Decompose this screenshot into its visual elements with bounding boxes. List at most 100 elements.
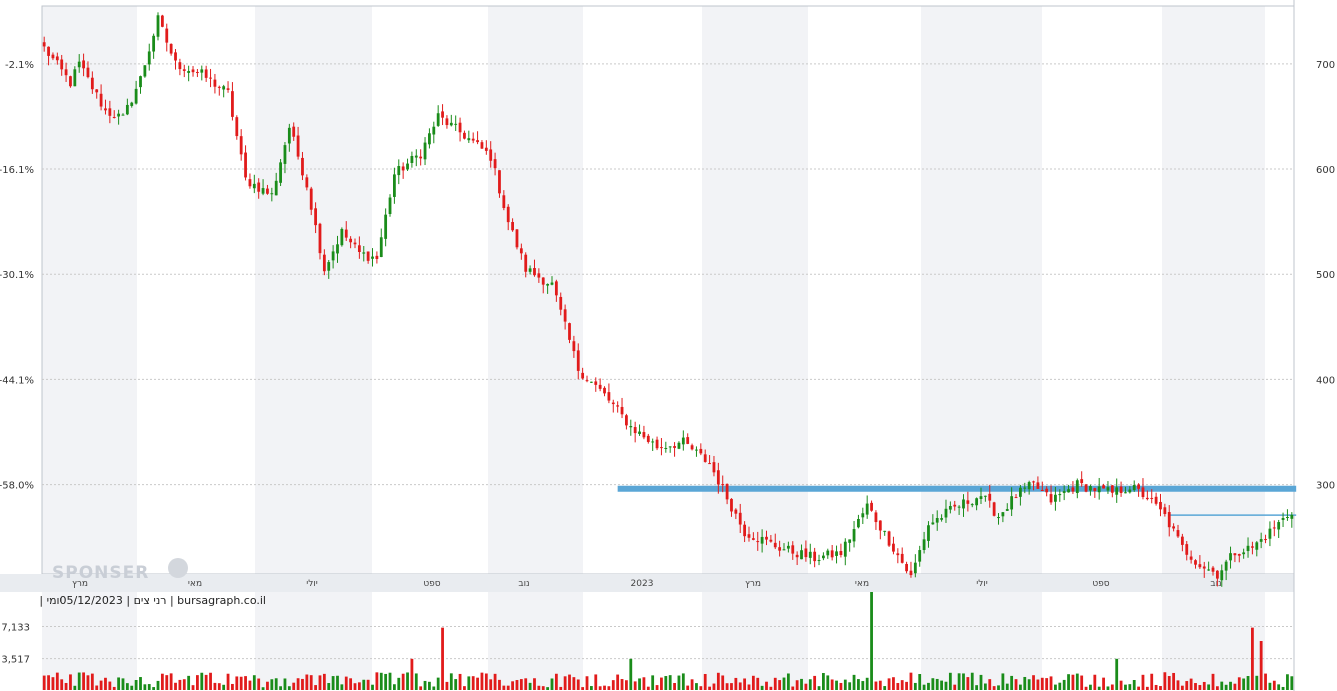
- volume-bar: [957, 673, 961, 690]
- candle-body: [747, 534, 751, 538]
- background-band: [42, 6, 137, 574]
- candle-body: [174, 52, 177, 61]
- candle-body: [673, 446, 676, 448]
- volume-bar: [445, 681, 449, 690]
- volume-bar: [463, 686, 466, 690]
- candle-body: [99, 93, 103, 107]
- candle-body: [1207, 569, 1211, 571]
- candle-body: [266, 188, 269, 194]
- volume-bar: [988, 679, 992, 690]
- volume-bar: [537, 685, 541, 690]
- volume-bar: [1115, 658, 1119, 690]
- candle-body: [1264, 539, 1267, 541]
- volume-bar: [594, 674, 598, 690]
- candle-body: [270, 193, 274, 195]
- left-axis-label: -2.1%: [5, 60, 34, 71]
- candle-body: [182, 69, 186, 71]
- candle-body: [375, 255, 379, 259]
- candle-body: [309, 188, 313, 210]
- candle-body: [1110, 485, 1114, 493]
- candle-body: [874, 512, 878, 523]
- candle-body: [940, 518, 944, 520]
- volume-bar: [725, 683, 729, 690]
- volume-bar: [913, 682, 917, 690]
- volume-bar: [441, 627, 444, 690]
- candle-body: [826, 550, 830, 556]
- volume-bar: [108, 681, 112, 690]
- candle-body: [712, 462, 716, 473]
- candle-body: [248, 179, 252, 187]
- volume-bar: [870, 592, 873, 690]
- volume-bar: [944, 681, 948, 690]
- volume-bar: [1001, 673, 1005, 690]
- volume-bar: [1172, 672, 1176, 690]
- volume-bar: [1198, 685, 1202, 690]
- candle-body: [1272, 527, 1276, 529]
- volume-bar: [922, 684, 926, 690]
- candle-body: [813, 551, 817, 562]
- volume-bar: [160, 673, 164, 690]
- candle-body: [419, 156, 423, 159]
- candle-body: [765, 536, 768, 540]
- candle-body: [449, 122, 453, 126]
- candle-body: [1176, 530, 1180, 537]
- volume-bar: [563, 676, 567, 690]
- volume-bar: [983, 683, 987, 690]
- volume-bar: [948, 672, 952, 690]
- candle-body: [708, 463, 711, 465]
- volume-bar: [156, 680, 160, 690]
- volume-bar: [699, 686, 703, 690]
- volume-bar: [95, 685, 99, 690]
- volume-bar: [1159, 686, 1162, 690]
- volume-bar: [314, 685, 318, 690]
- volume-bar: [1207, 684, 1211, 690]
- volume-axis-label: 7,133: [1, 622, 30, 633]
- volume-bar: [743, 678, 747, 690]
- volume-bar: [808, 679, 812, 690]
- volume-bar: [252, 675, 256, 690]
- volume-bar: [1062, 679, 1066, 690]
- volume-bar: [857, 679, 860, 690]
- volume-bar: [1150, 673, 1154, 690]
- volume-bar: [1023, 676, 1027, 690]
- candle-body: [463, 132, 466, 139]
- right-axis-label: 400: [1316, 375, 1335, 386]
- volume-bar: [261, 687, 265, 690]
- candle-body: [283, 145, 287, 164]
- volume-background-band: [1265, 592, 1294, 690]
- volume-bar: [1259, 641, 1263, 690]
- volume-bar: [42, 675, 46, 690]
- background-band: [137, 6, 255, 574]
- candle-body: [1115, 487, 1119, 495]
- candle-body: [1067, 489, 1070, 493]
- candle-body: [1001, 512, 1005, 517]
- volume-bar: [305, 674, 309, 690]
- volume-bar: [883, 686, 887, 690]
- volume-bar: [887, 678, 891, 690]
- volume-bar: [165, 675, 169, 690]
- volume-bar: [506, 685, 510, 690]
- candle-body: [217, 86, 221, 88]
- volume-bar: [1010, 675, 1014, 690]
- candle-body: [1251, 546, 1254, 548]
- candle-body: [1058, 494, 1062, 496]
- candle-body: [506, 206, 510, 223]
- candle-body: [222, 86, 226, 90]
- volume-bar: [861, 681, 865, 690]
- volume-bar: [1027, 679, 1031, 690]
- volume-bar: [690, 679, 694, 690]
- left-axis-label: -30.1%: [0, 270, 34, 281]
- candle-body: [401, 166, 405, 171]
- volume-bar: [287, 686, 291, 690]
- candle-body: [734, 509, 738, 514]
- volume-bar: [778, 680, 782, 690]
- candle-body: [318, 223, 322, 254]
- volume-bar: [1093, 674, 1097, 690]
- volume-bar: [931, 678, 935, 690]
- candle-body: [1167, 512, 1171, 528]
- candle-body: [445, 118, 449, 126]
- candle-body: [1220, 570, 1224, 581]
- candle-body: [611, 402, 615, 405]
- candle-body: [870, 502, 873, 511]
- candle-body: [1189, 556, 1193, 560]
